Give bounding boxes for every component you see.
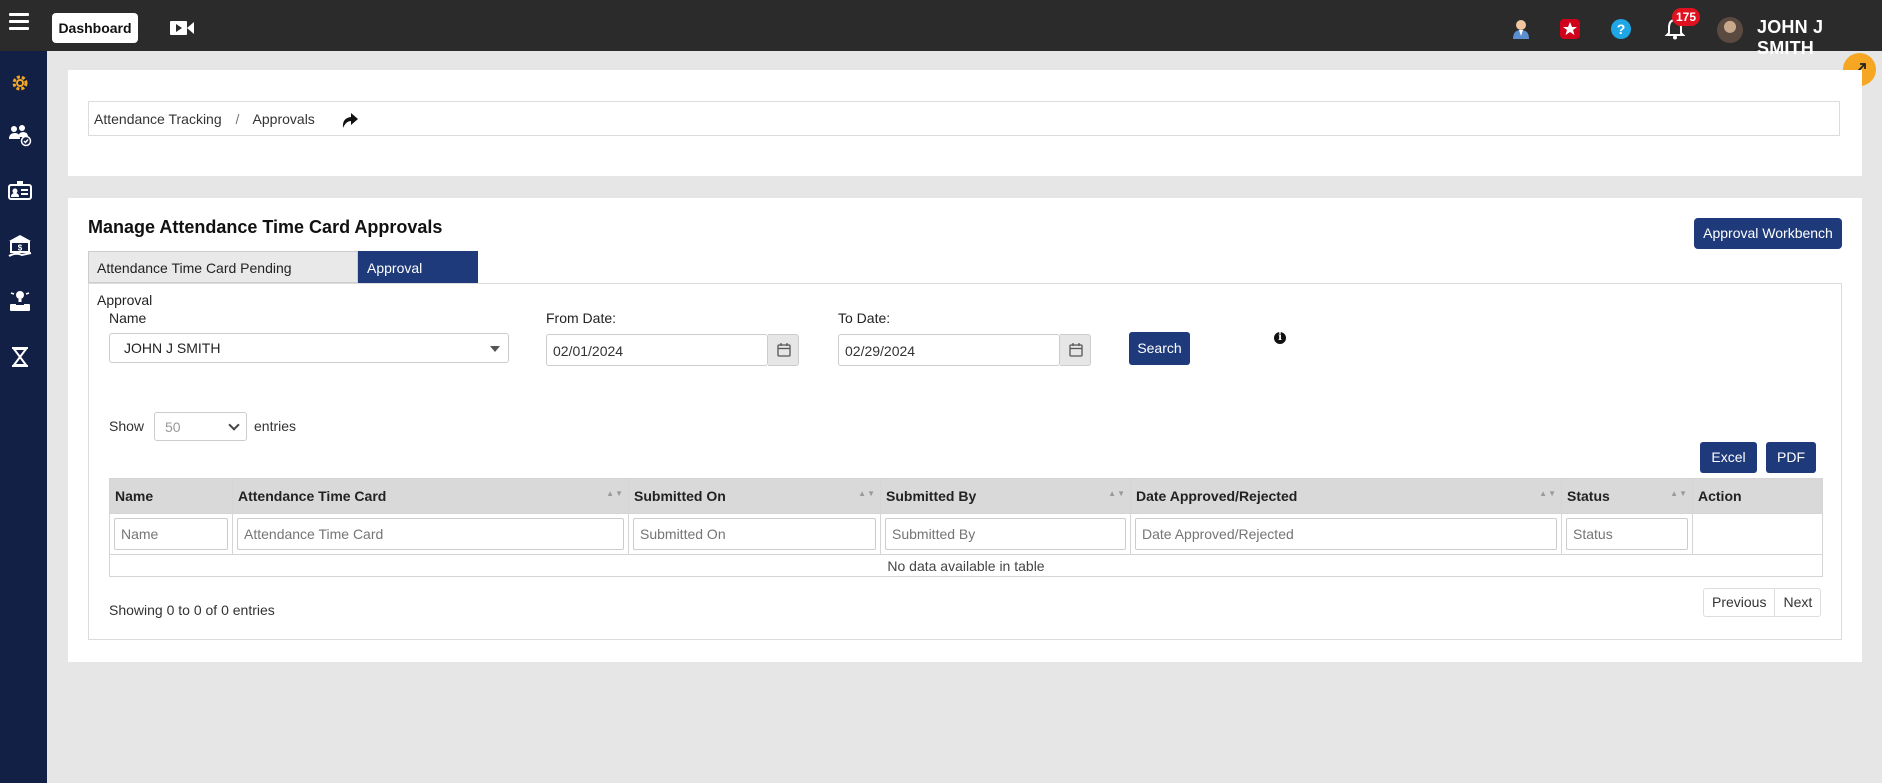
sort-icon: ▲▼ bbox=[1108, 489, 1126, 498]
column-header-attendance-time-card[interactable]: Attendance Time Card ▲▼ bbox=[232, 478, 629, 514]
notification-badge: 175 bbox=[1672, 8, 1701, 26]
filter-row bbox=[109, 513, 1823, 555]
calendar-icon[interactable] bbox=[768, 334, 799, 366]
calendar-icon[interactable] bbox=[1060, 334, 1091, 366]
column-header-action: Action bbox=[1692, 478, 1823, 514]
empty-table-message: No data available in table bbox=[109, 554, 1823, 577]
page-title: Manage Attendance Time Card Approvals bbox=[88, 217, 443, 237]
column-header-status[interactable]: Status ▲▼ bbox=[1561, 478, 1693, 514]
bank-icon[interactable]: $ bbox=[8, 234, 32, 258]
approval-workbench-button[interactable]: Approval Workbench bbox=[1694, 218, 1842, 249]
tab-pending-approval[interactable]: Attendance Time Card Pending Approval bbox=[88, 251, 358, 308]
next-page-button[interactable]: Next bbox=[1774, 589, 1820, 616]
breadcrumb-panel: Attendance Tracking / Approvals bbox=[68, 70, 1862, 176]
approval-history-table: Name Attendance Time Card ▲▼ Submitted On… bbox=[109, 478, 1823, 577]
approvals-panel: Manage Attendance Time Card Approvals Ap… bbox=[68, 198, 1862, 662]
from-date-value: 02/01/2024 bbox=[553, 343, 624, 359]
column-header-submitted-on[interactable]: Submitted On ▲▼ bbox=[628, 478, 881, 514]
search-button[interactable]: Search bbox=[1129, 332, 1190, 365]
to-date-value: 02/29/2024 bbox=[845, 343, 916, 359]
pagination: Previous Next bbox=[1703, 588, 1822, 617]
breadcrumb: Attendance Tracking / Approvals bbox=[88, 101, 1840, 136]
sidebar: $ bbox=[0, 51, 47, 783]
to-date-label: To Date: bbox=[838, 310, 891, 326]
name-select-value: JOHN J SMITH bbox=[124, 340, 221, 356]
sort-icon: ▲▼ bbox=[1539, 489, 1557, 498]
attendance-time-card-filter-input[interactable] bbox=[237, 518, 624, 550]
entries-select-value: 50 bbox=[165, 419, 181, 435]
help-icon[interactable]: ? bbox=[1610, 18, 1632, 40]
previous-page-button[interactable]: Previous bbox=[1704, 589, 1774, 616]
breadcrumb-item-approvals[interactable]: Approvals bbox=[253, 111, 315, 127]
from-date-input[interactable]: 02/01/2024 bbox=[546, 334, 768, 366]
show-label: Show bbox=[109, 418, 145, 434]
submitted-on-filter-input[interactable] bbox=[633, 518, 876, 550]
team-icon[interactable] bbox=[8, 123, 32, 147]
submitted-by-filter-input[interactable] bbox=[885, 518, 1126, 550]
status-filter-input[interactable] bbox=[1566, 518, 1688, 550]
info-icon[interactable]: i bbox=[1274, 332, 1286, 344]
chevron-down-icon bbox=[490, 346, 500, 352]
breadcrumb-item-attendance-tracking[interactable]: Attendance Tracking bbox=[94, 111, 222, 127]
column-header-name[interactable]: Name bbox=[109, 478, 233, 514]
profile-icon[interactable] bbox=[1510, 18, 1532, 40]
avatar[interactable] bbox=[1717, 17, 1743, 43]
name-label: Name bbox=[109, 310, 147, 326]
id-card-icon[interactable] bbox=[8, 179, 32, 203]
svg-text:?: ? bbox=[1617, 21, 1626, 37]
dashboard-button[interactable]: Dashboard bbox=[52, 13, 138, 43]
entries-select[interactable]: 50 bbox=[154, 412, 247, 441]
pdf-export-button[interactable]: PDF bbox=[1766, 442, 1816, 473]
table-row: No data available in table bbox=[109, 554, 1823, 577]
table-header-row: Name Attendance Time Card ▲▼ Submitted On… bbox=[109, 478, 1823, 514]
video-icon[interactable] bbox=[169, 19, 195, 37]
name-select[interactable]: JOHN J SMITH bbox=[109, 333, 509, 363]
name-filter-input[interactable] bbox=[114, 518, 228, 550]
breadcrumb-separator: / bbox=[235, 111, 240, 127]
share-arrow-icon[interactable] bbox=[339, 110, 359, 130]
svg-text:$: $ bbox=[18, 244, 23, 253]
top-bar: Dashboard ? 175 JOHN J SMITH bbox=[0, 0, 1882, 58]
gear-icon[interactable] bbox=[8, 71, 32, 95]
table-info: Showing 0 to 0 of 0 entries bbox=[109, 602, 275, 618]
column-header-date-approved-rejected[interactable]: Date Approved/Rejected ▲▼ bbox=[1130, 478, 1562, 514]
sort-icon: ▲▼ bbox=[858, 489, 876, 498]
date-approved-rejected-filter-input[interactable] bbox=[1135, 518, 1557, 550]
hourglass-icon[interactable] bbox=[8, 345, 32, 369]
favorites-star-icon[interactable] bbox=[1559, 18, 1581, 40]
menu-icon[interactable] bbox=[9, 13, 29, 31]
tab-approval-history[interactable]: Approval History bbox=[358, 251, 478, 308]
excel-export-button[interactable]: Excel bbox=[1700, 442, 1757, 473]
ideas-icon[interactable] bbox=[8, 289, 32, 313]
tab-content: Name JOHN J SMITH From Date: 02/01/2024 … bbox=[88, 283, 1842, 640]
chevron-down-icon bbox=[228, 419, 240, 431]
from-date-label: From Date: bbox=[546, 310, 617, 326]
to-date-input[interactable]: 02/29/2024 bbox=[838, 334, 1060, 366]
column-header-submitted-by[interactable]: Submitted By ▲▼ bbox=[880, 478, 1131, 514]
entries-label: entries bbox=[254, 418, 297, 434]
action-filter-cell bbox=[1692, 513, 1823, 555]
sort-icon: ▲▼ bbox=[606, 489, 624, 498]
sort-icon: ▲▼ bbox=[1670, 489, 1688, 498]
